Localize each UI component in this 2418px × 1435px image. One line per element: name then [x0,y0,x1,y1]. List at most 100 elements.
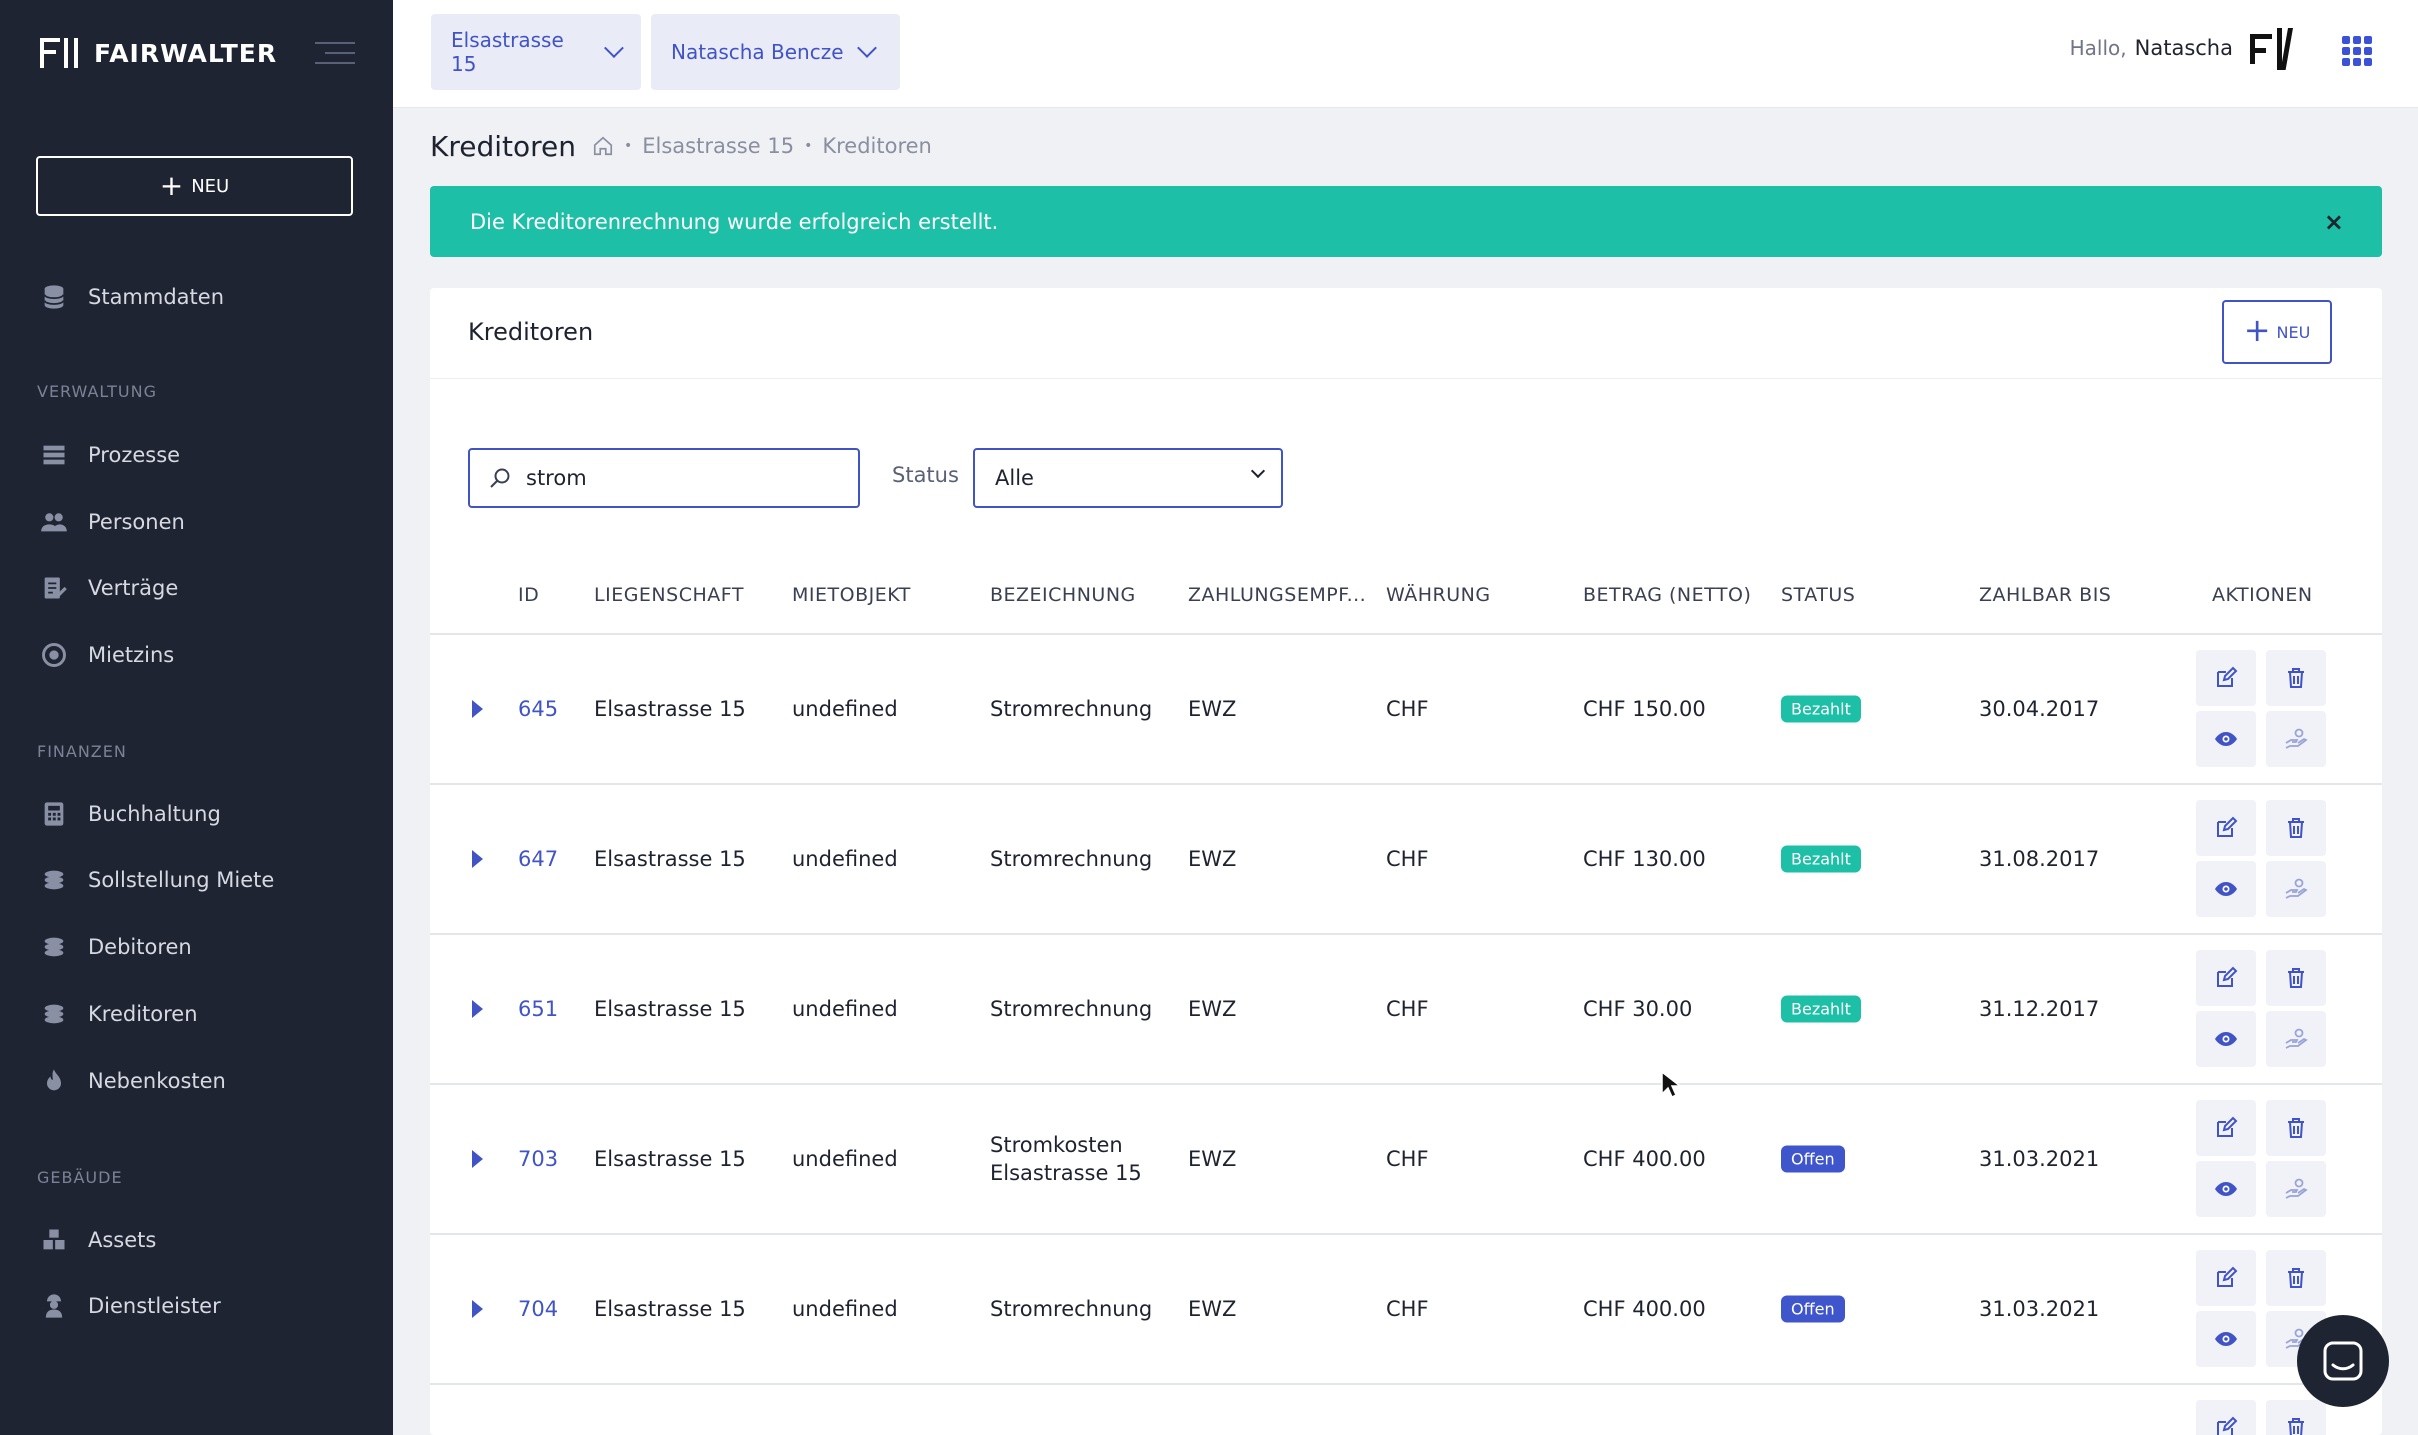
coins-icon [44,870,64,890]
column-header-mietobjekt[interactable]: MIETOBJEKT [792,584,911,606]
pay-button[interactable] [2266,1011,2326,1067]
sidebar-item-stammdaten[interactable]: Stammdaten [40,283,224,311]
rent-icon [42,643,66,667]
trash-icon [2288,1268,2304,1288]
kreditoren-card: Kreditoren + NEU strom Status Alle ID LI… [430,288,2382,1435]
pay-button[interactable] [2266,711,2326,767]
row-description-line1: Stromkosten [990,1133,1123,1157]
eye-icon [2215,732,2237,746]
expand-row-icon[interactable] [472,1000,483,1018]
delete-button[interactable] [2266,1250,2326,1306]
status-badge: Bezahlt [1781,995,1861,1023]
pay-button[interactable] [2266,861,2326,917]
edit-button[interactable] [2196,950,2256,1006]
database-icon [43,285,65,309]
person-select[interactable]: Natascha Bencze [651,14,900,90]
delete-button[interactable] [2266,1400,2326,1435]
row-due-date: 31.03.2021 [1979,1297,2100,1321]
delete-button[interactable] [2266,800,2326,856]
expand-row-icon[interactable] [472,700,483,718]
row-property: Elsastrasse 15 [594,1297,746,1321]
sidebar-item-dienstleister[interactable]: Dienstleister [40,1292,221,1320]
breadcrumb-separator: • [804,138,813,154]
breadcrumb-property[interactable]: Elsastrasse 15 [642,134,794,158]
row-id[interactable]: 647 [518,847,558,871]
breadcrumb-separator: • [624,138,633,154]
sidebar-item-prozesse[interactable]: Prozesse [40,441,180,469]
sidebar-item-nebenkosten[interactable]: Nebenkosten [40,1067,226,1095]
row-id[interactable]: 704 [518,1297,558,1321]
sidebar-item-assets[interactable]: Assets [40,1226,156,1254]
column-header-status[interactable]: STATUS [1781,584,1855,606]
view-button[interactable] [2196,1161,2256,1217]
sidebar-item-sollstellung-miete[interactable]: Sollstellung Miete [40,866,274,894]
view-button[interactable] [2196,711,2256,767]
chat-launcher-button[interactable] [2297,1315,2389,1407]
people-icon [41,513,67,532]
column-header-id[interactable]: ID [518,584,539,606]
row-due-date: 31.08.2017 [1979,847,2100,871]
new-button[interactable]: + NEU [36,156,353,216]
sidebar-item-mietzins[interactable]: Mietzins [40,641,174,669]
expand-row-icon[interactable] [472,1150,483,1168]
edit-icon [2217,1416,2238,1435]
row-id[interactable]: 645 [518,697,558,721]
sidebar-item-personen[interactable]: Personen [40,508,185,536]
column-header-waehrung[interactable]: WÄHRUNG [1386,584,1491,606]
row-amount: CHF 400.00 [1583,1147,1706,1171]
search-input[interactable]: strom [468,448,860,508]
edit-button[interactable] [2196,800,2256,856]
edit-button[interactable] [2196,650,2256,706]
row-property: Elsastrasse 15 [594,697,746,721]
sidebar-item-label: Dienstleister [88,1294,221,1318]
view-button[interactable] [2196,861,2256,917]
plus-icon: + [159,169,184,202]
row-due-date: 31.03.2021 [1979,1147,2100,1171]
row-id[interactable]: 651 [518,997,558,1021]
pay-button[interactable] [2266,1161,2326,1217]
column-header-zahlungsempfaenger[interactable]: ZAHLUNGSEMPF... [1188,584,1366,606]
edit-button[interactable] [2196,1400,2256,1435]
row-payee: EWZ [1188,847,1237,871]
view-button[interactable] [2196,1011,2256,1067]
apps-grid-icon[interactable] [2342,36,2372,66]
edit-button[interactable] [2196,1100,2256,1156]
row-description: Stromrechnung [990,847,1153,871]
menu-toggle-icon[interactable] [315,42,355,66]
delete-button[interactable] [2266,1100,2326,1156]
status-badge: Bezahlt [1781,845,1861,873]
property-select[interactable]: Elsastrasse 15 [431,14,641,90]
worker-icon [45,1294,63,1318]
add-kreditor-button[interactable]: + NEU [2222,300,2332,364]
delete-button[interactable] [2266,650,2326,706]
column-header-bezeichnung[interactable]: BEZEICHNUNG [990,584,1136,606]
row-amount: CHF 30.00 [1583,997,1693,1021]
status-filter-select[interactable]: Alle [973,448,1283,508]
sidebar-item-vertraege[interactable]: Verträge [40,574,178,602]
sidebar-item-debitoren[interactable]: Debitoren [40,933,192,961]
delete-button[interactable] [2266,950,2326,1006]
row-currency: CHF [1386,1297,1429,1321]
sidebar-item-label: Prozesse [88,443,181,467]
expand-row-icon[interactable] [472,1300,483,1318]
brand-logo[interactable]: FAIRWALTER [40,38,277,68]
status-badge: Offen [1781,1295,1845,1323]
table-row: 647 Elsastrasse 15 undefined Stromrechnu… [430,785,2382,935]
column-header-zahlbar-bis[interactable]: ZAHLBAR BIS [1979,584,2111,606]
row-description: Stromrechnung [990,1297,1153,1321]
home-icon[interactable] [592,135,614,157]
edit-button[interactable] [2196,1250,2256,1306]
column-header-liegenschaft[interactable]: LIEGENSCHAFT [594,584,744,606]
payment-hand-icon [2285,1028,2308,1049]
user-avatar-logo-icon[interactable] [2250,28,2300,72]
sidebar-item-kreditoren[interactable]: Kreditoren [40,1000,198,1028]
close-icon[interactable]: × [2324,208,2344,236]
chevron-down-icon [856,38,877,58]
sidebar-item-buchhaltung[interactable]: Buchhaltung [40,800,221,828]
table-row: 645 Elsastrasse 15 undefined Stromrechnu… [430,635,2382,785]
alert-message: Die Kreditorenrechnung wurde erfolgreich… [470,209,999,234]
view-button[interactable] [2196,1311,2256,1367]
expand-row-icon[interactable] [472,850,483,868]
row-id[interactable]: 703 [518,1147,558,1171]
column-header-betrag[interactable]: BETRAG (NETTO) [1583,584,1751,606]
